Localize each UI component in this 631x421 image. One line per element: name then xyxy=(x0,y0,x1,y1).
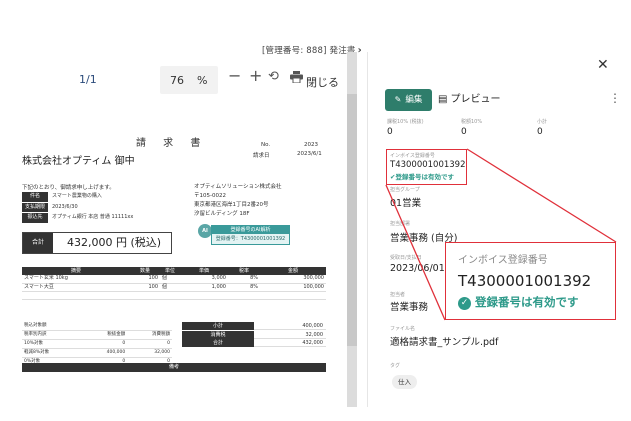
invoice-zoom-callout: インボイス登録番号 T4300001001392 ✓ 登録番号は有効です xyxy=(445,242,616,320)
callout-label: インボイス登録番号 xyxy=(458,255,548,266)
check-circle-icon: ✓ xyxy=(458,297,471,310)
callout-valid-status: ✓ 登録番号は有効です xyxy=(458,294,579,310)
callout-connector xyxy=(385,148,617,321)
callout-value: T4300001001392 xyxy=(458,272,592,290)
